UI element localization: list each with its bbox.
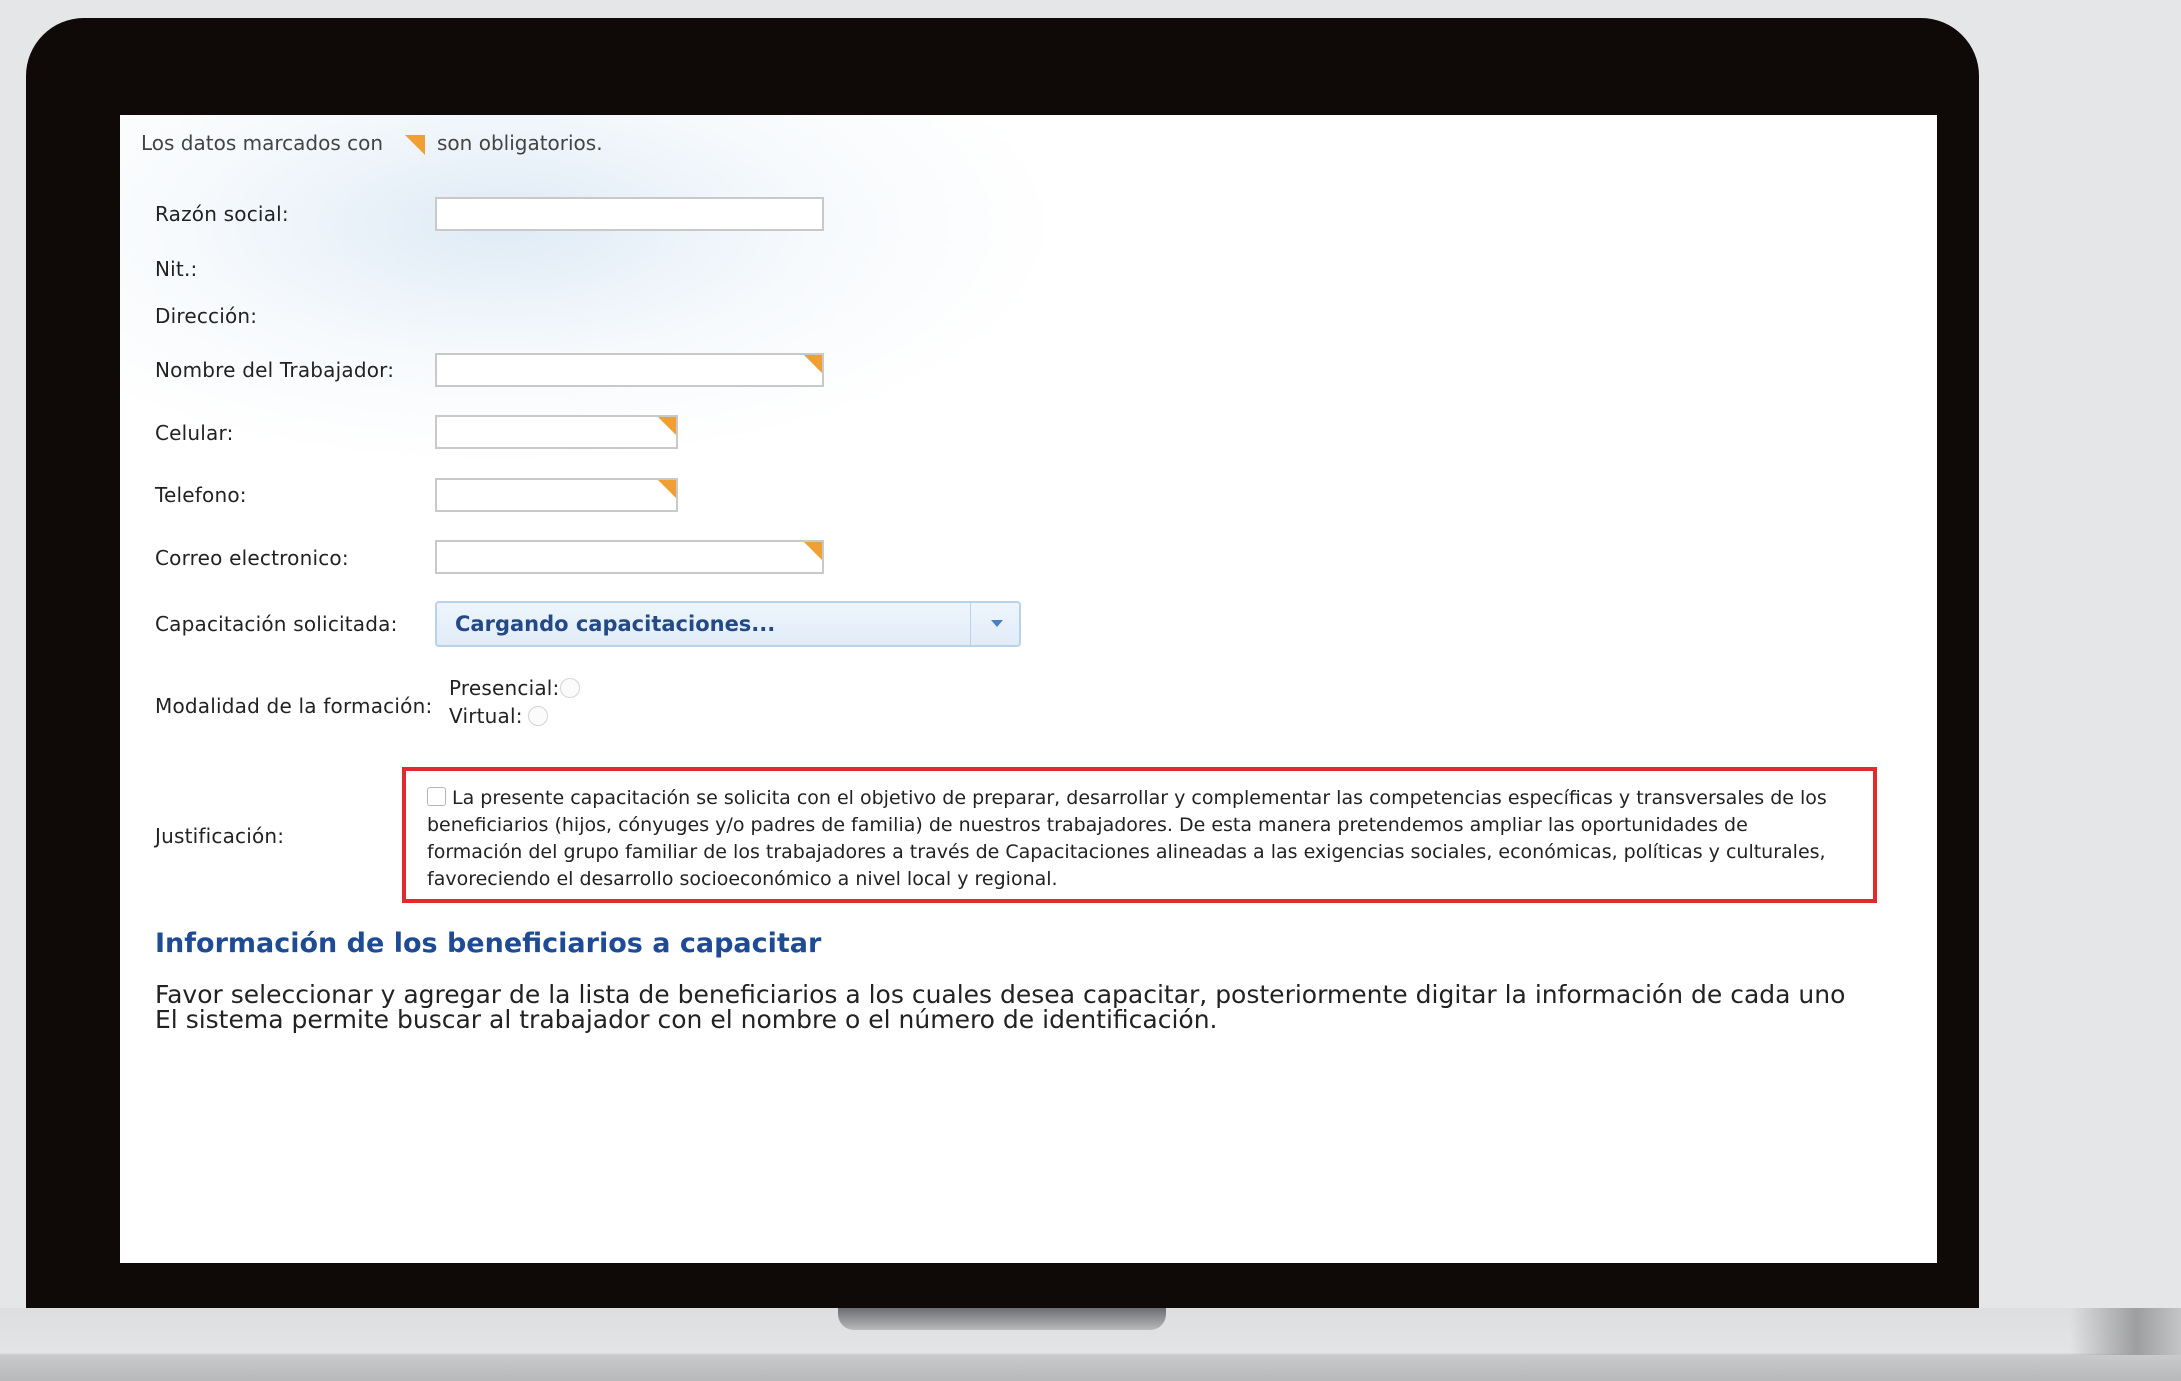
- virtual-radio[interactable]: [528, 706, 548, 726]
- screen: Los datos marcados con son obligatorios. …: [120, 115, 1937, 1263]
- nombre-trabajador-input[interactable]: [435, 353, 824, 387]
- label-celular: Celular:: [155, 421, 234, 445]
- label-virtual: Virtual:: [449, 704, 523, 728]
- background-glow: [120, 115, 1420, 545]
- celular-input[interactable]: [435, 415, 678, 449]
- capacitacion-select[interactable]: Cargando capacitaciones...: [435, 601, 1021, 647]
- telefono-input[interactable]: [435, 478, 678, 512]
- select-divider: [970, 603, 971, 645]
- label-nit: Nit.:: [155, 257, 198, 281]
- justificacion-checkbox[interactable]: [427, 787, 446, 806]
- label-capacitacion: Capacitación solicitada:: [155, 612, 398, 636]
- label-modalidad: Modalidad de la formación:: [155, 694, 433, 718]
- required-note-prefix: Los datos marcados con: [141, 131, 384, 155]
- chevron-down-icon[interactable]: [991, 620, 1003, 627]
- required-note-suffix: son obligatorios.: [437, 131, 603, 155]
- label-presencial: Presencial:: [449, 676, 560, 700]
- label-nombre-trabajador: Nombre del Trabajador:: [155, 358, 395, 382]
- presencial-radio[interactable]: [560, 678, 580, 698]
- section-title-beneficiarios: Información de los beneficiarios a capac…: [155, 928, 822, 959]
- justificacion-text: La presente capacitación se solicita con…: [427, 787, 1827, 890]
- beneficiarios-instructions-2: El sistema permite buscar al trabajador …: [155, 1005, 1218, 1034]
- label-telefono: Telefono:: [155, 483, 247, 507]
- razon-social-input[interactable]: [435, 197, 824, 231]
- justificacion-highlight: La presente capacitación se solicita con…: [402, 767, 1877, 903]
- label-razon-social: Razón social:: [155, 202, 289, 226]
- required-note: Los datos marcados con son obligatorios.: [141, 131, 603, 155]
- label-direccion: Dirección:: [155, 304, 258, 328]
- required-flag-icon: [405, 134, 426, 155]
- correo-input[interactable]: [435, 540, 824, 574]
- justificacion-paragraph: La presente capacitación se solicita con…: [427, 785, 1847, 893]
- laptop-notch: [838, 1308, 1166, 1330]
- label-correo: Correo electronico:: [155, 546, 349, 570]
- laptop-base-shadow: [2070, 1308, 2181, 1355]
- capacitacion-select-value: Cargando capacitaciones...: [455, 612, 776, 636]
- label-justificacion: Justificación:: [155, 824, 285, 848]
- laptop-bezel: Los datos marcados con son obligatorios. …: [26, 18, 1979, 1308]
